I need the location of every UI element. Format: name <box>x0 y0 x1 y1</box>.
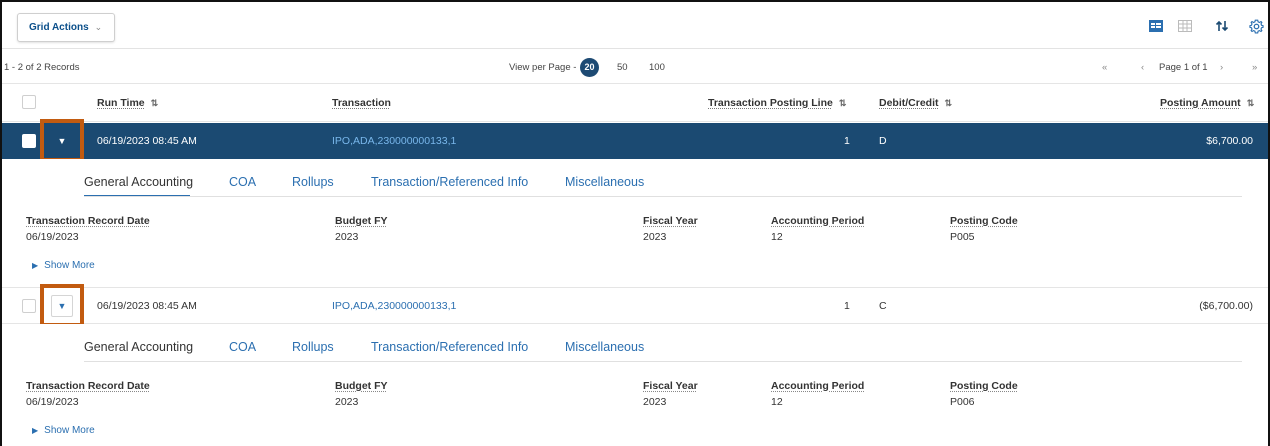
column-posting-amount[interactable]: Posting Amount ⇅ <box>1160 97 1254 109</box>
page-indicator: Page 1 of 1 <box>1159 62 1208 73</box>
transaction-link[interactable]: IPO,ADA,230000000133,1 <box>332 300 456 312</box>
tab-rollups[interactable]: Rollups <box>292 340 334 354</box>
records-bar: 1 - 2 of 2 Records View per Page - 20 50… <box>2 50 1268 84</box>
column-posting-line[interactable]: Transaction Posting Line ⇅ <box>708 97 846 109</box>
table-view-icon[interactable] <box>1148 18 1164 34</box>
field-label-accounting-period: Accounting Period <box>771 215 865 227</box>
row-checkbox[interactable] <box>22 299 36 313</box>
tab-coa[interactable]: COA <box>229 340 256 354</box>
field-label-transaction-record-date: Transaction Record Date <box>26 215 150 227</box>
page-size-100[interactable]: 100 <box>649 62 665 73</box>
page-size-20[interactable]: 20 <box>580 58 599 77</box>
view-per-page-label: View per Page - <box>509 62 577 73</box>
caret-right-icon: ▶ <box>32 261 39 270</box>
tab-miscellaneous[interactable]: Miscellaneous <box>565 175 644 189</box>
row-detail-panel: General Accounting COA Rollups Transacti… <box>2 159 1268 289</box>
tab-transaction-referenced-info[interactable]: Transaction/Referenced Info <box>371 175 528 189</box>
field-label-transaction-record-date: Transaction Record Date <box>26 380 150 392</box>
last-page-icon[interactable]: » <box>1252 62 1257 73</box>
tab-transaction-referenced-info[interactable]: Transaction/Referenced Info <box>371 340 528 354</box>
field-label-posting-code: Posting Code <box>950 215 1018 227</box>
column-run-time[interactable]: Run Time ⇅ <box>97 97 158 109</box>
sort-icon[interactable]: ⇅ <box>1247 98 1255 109</box>
grid-panel: Grid Actions ⌄ 1 - 2 of 2 Records View p… <box>0 0 1270 446</box>
posting-amount-cell: $6,700.00 <box>1206 135 1253 147</box>
posting-line-cell: 1 <box>844 135 850 147</box>
field-value-budget-fy: 2023 <box>335 396 359 408</box>
highlight-box <box>40 119 84 162</box>
run-time-cell: 06/19/2023 08:45 AM <box>97 300 197 312</box>
debit-credit-cell: D <box>879 135 887 147</box>
field-value-posting-code: P005 <box>950 231 975 243</box>
caret-right-icon: ▶ <box>32 426 39 435</box>
grid-header: Run Time ⇅ Transaction Transaction Postin… <box>2 84 1268 122</box>
debit-credit-cell: C <box>879 300 887 312</box>
sort-icon[interactable]: ⇅ <box>151 98 159 109</box>
settings-gear-icon[interactable] <box>1248 18 1264 34</box>
field-value-accounting-period: 12 <box>771 396 783 408</box>
grid-view-icon[interactable] <box>1177 18 1193 34</box>
field-value-fiscal-year: 2023 <box>643 396 667 408</box>
grid-actions-button[interactable]: Grid Actions ⌄ <box>17 13 115 42</box>
tab-divider <box>84 196 1242 197</box>
chevron-down-icon: ⌄ <box>94 22 103 32</box>
grid-actions-label: Grid Actions <box>29 22 89 33</box>
next-page-icon[interactable]: › <box>1220 62 1223 73</box>
select-all-checkbox[interactable] <box>22 95 36 109</box>
first-page-icon[interactable]: « <box>1102 62 1107 73</box>
field-label-budget-fy: Budget FY <box>335 215 388 227</box>
field-value-fiscal-year: 2023 <box>643 231 667 243</box>
field-value-transaction-record-date: 06/19/2023 <box>26 231 79 243</box>
sort-icon[interactable] <box>1214 18 1230 34</box>
run-time-cell: 06/19/2023 08:45 AM <box>97 135 197 147</box>
field-label-accounting-period: Accounting Period <box>771 380 865 392</box>
field-value-posting-code: P006 <box>950 396 975 408</box>
sort-icon[interactable]: ⇅ <box>839 98 847 109</box>
previous-page-icon[interactable]: ‹ <box>1141 62 1144 73</box>
tab-rollups[interactable]: Rollups <box>292 175 334 189</box>
field-value-budget-fy: 2023 <box>335 231 359 243</box>
show-more-link[interactable]: ▶ Show More <box>32 260 95 271</box>
grid-toolbar: Grid Actions ⌄ <box>2 2 1268 49</box>
row-checkbox[interactable] <box>22 134 36 148</box>
field-label-budget-fy: Budget FY <box>335 380 388 392</box>
field-label-posting-code: Posting Code <box>950 380 1018 392</box>
column-transaction[interactable]: Transaction <box>332 97 391 109</box>
record-count: 1 - 2 of 2 Records <box>4 62 80 73</box>
field-value-transaction-record-date: 06/19/2023 <box>26 396 79 408</box>
page-size-50[interactable]: 50 <box>617 62 628 73</box>
field-value-accounting-period: 12 <box>771 231 783 243</box>
tab-general-accounting[interactable]: General Accounting <box>84 175 193 189</box>
tab-divider <box>84 361 1242 362</box>
tab-miscellaneous[interactable]: Miscellaneous <box>565 340 644 354</box>
column-debit-credit[interactable]: Debit/Credit ⇅ <box>879 97 952 109</box>
row-detail-panel: General Accounting COA Rollups Transacti… <box>2 324 1268 446</box>
posting-amount-cell: ($6,700.00) <box>1199 300 1253 312</box>
table-row[interactable]: ▼ 06/19/2023 08:45 AM IPO,ADA,2300000001… <box>2 288 1268 324</box>
tab-general-accounting[interactable]: General Accounting <box>84 340 193 354</box>
transaction-link[interactable]: IPO,ADA,230000000133,1 <box>332 135 456 147</box>
sort-icon[interactable]: ⇅ <box>945 98 953 109</box>
tab-coa[interactable]: COA <box>229 175 256 189</box>
posting-line-cell: 1 <box>844 300 850 312</box>
show-more-link[interactable]: ▶ Show More <box>32 425 95 436</box>
highlight-box <box>40 284 84 327</box>
field-label-fiscal-year: Fiscal Year <box>643 215 698 227</box>
table-row[interactable]: ▼ 06/19/2023 08:45 AM IPO,ADA,2300000001… <box>2 123 1268 159</box>
field-label-fiscal-year: Fiscal Year <box>643 380 698 392</box>
